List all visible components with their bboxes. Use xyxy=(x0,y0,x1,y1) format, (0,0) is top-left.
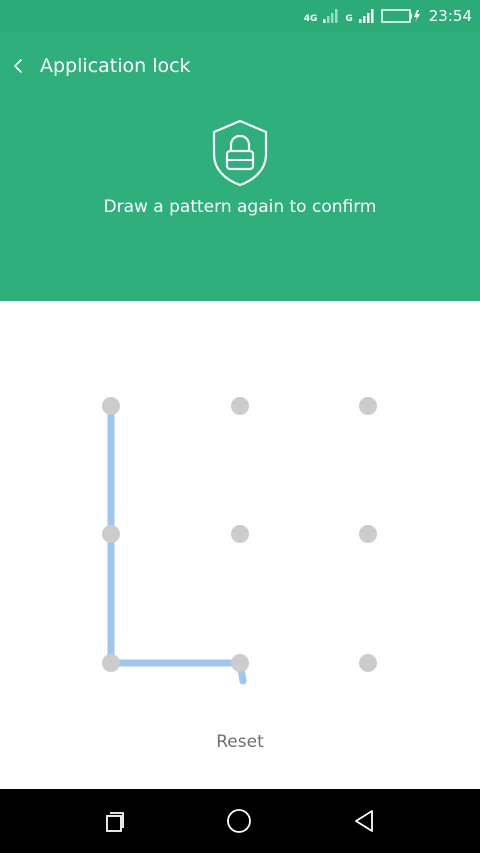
pattern-dot-3[interactable] xyxy=(359,397,377,415)
recent-apps-button[interactable] xyxy=(99,805,131,837)
status-icons: 4G G 23:54 xyxy=(304,0,472,32)
home-icon xyxy=(227,809,251,833)
recent-apps-icon xyxy=(106,812,124,832)
pattern-dot-1[interactable] xyxy=(102,397,120,415)
reset-button[interactable]: Reset xyxy=(190,726,290,758)
status-bar: 4G G 23:54 xyxy=(0,0,480,32)
shield-lock-icon xyxy=(212,119,268,187)
pattern-lock-grid[interactable] xyxy=(0,301,480,721)
navigation-bar xyxy=(0,789,480,853)
network-type-g-label: G xyxy=(345,14,353,24)
pattern-dot-7[interactable] xyxy=(102,654,120,672)
pattern-dot-4[interactable] xyxy=(102,525,120,543)
chevron-left-icon xyxy=(14,59,22,73)
home-button[interactable] xyxy=(223,805,255,837)
network-type-4g-label: 4G xyxy=(303,14,318,24)
pattern-dot-8[interactable] xyxy=(231,654,249,672)
drawn-pattern-path xyxy=(107,402,247,685)
signal-bars-icon xyxy=(358,9,374,23)
back-button[interactable] xyxy=(6,52,30,80)
back-icon xyxy=(355,810,373,832)
pattern-dot-5[interactable] xyxy=(231,525,249,543)
pattern-dot-6[interactable] xyxy=(359,525,377,543)
header: Application lock Draw a pattern again to… xyxy=(0,32,480,301)
instruction-text: Draw a pattern again to confirm xyxy=(103,197,377,217)
back-nav-button[interactable] xyxy=(348,805,380,837)
pattern-dot-9[interactable] xyxy=(359,654,377,672)
page-title: Application lock xyxy=(40,55,191,77)
clock-time: 23:54 xyxy=(428,7,472,25)
signal-4g-icon xyxy=(323,9,338,23)
app-lock-screen: 4G G 23:54 Application lock Draw a patte… xyxy=(0,0,480,853)
pattern-dot-2[interactable] xyxy=(231,397,249,415)
battery-charging-icon xyxy=(381,9,420,23)
